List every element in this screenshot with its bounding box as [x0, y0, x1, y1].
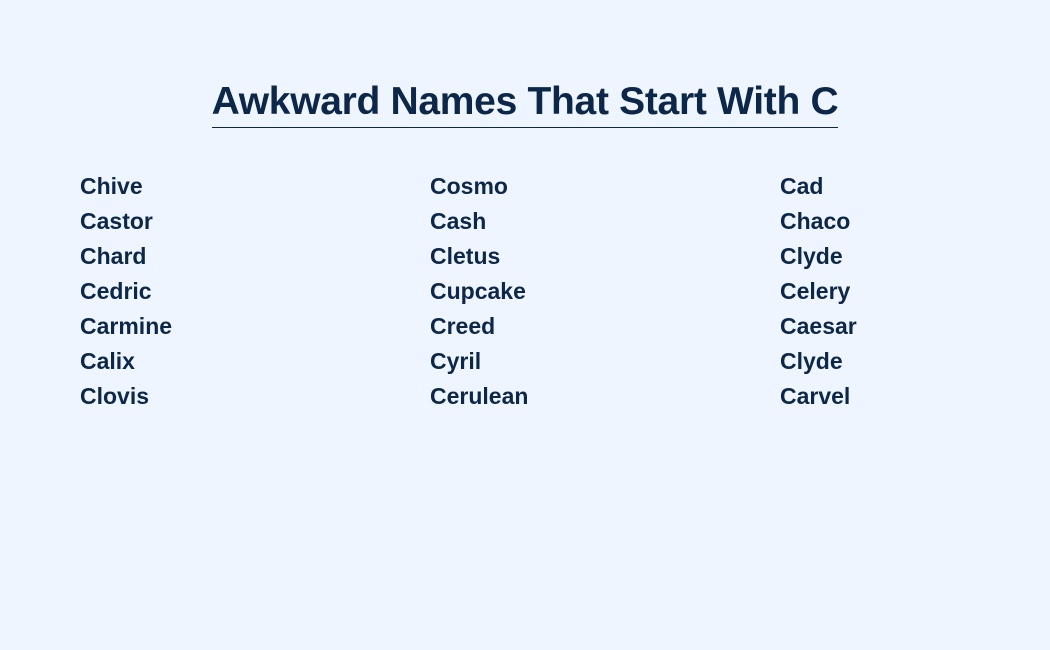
name-item: Chard [80, 243, 147, 269]
name-item: Clovis [80, 383, 150, 409]
name-item: Cletus [430, 243, 501, 269]
name-item: Creed [430, 313, 496, 339]
name-item: Cad [780, 173, 824, 199]
name-item: Chive [80, 173, 143, 199]
name-item: Celery [780, 278, 851, 304]
name-item: Clyde [780, 348, 843, 374]
title-container: Awkward Names That Start With C [0, 78, 1050, 128]
name-item: Clyde [780, 243, 843, 269]
name-item: Cerulean [430, 383, 529, 409]
page-title: Awkward Names That Start With C [211, 78, 839, 128]
name-item: Calix [80, 348, 135, 374]
names-column-1: Chive Castor Chard Cedric Carmine Calix … [80, 169, 172, 414]
names-column-3: Cad Chaco Clyde Celery Caesar Clyde Carv… [780, 169, 857, 414]
name-item: Cyril [430, 348, 482, 374]
name-item: Caesar [780, 313, 857, 339]
name-item: Cosmo [430, 173, 508, 199]
name-item: Cedric [80, 278, 152, 304]
name-item: Cash [430, 208, 487, 234]
name-item: Carmine [80, 313, 173, 339]
name-item: Castor [80, 208, 153, 234]
name-item: Chaco [780, 208, 851, 234]
name-item: Cupcake [430, 278, 526, 304]
names-column-2: Cosmo Cash Cletus Cupcake Creed Cyril Ce… [430, 169, 528, 414]
name-item: Carvel [780, 383, 851, 409]
